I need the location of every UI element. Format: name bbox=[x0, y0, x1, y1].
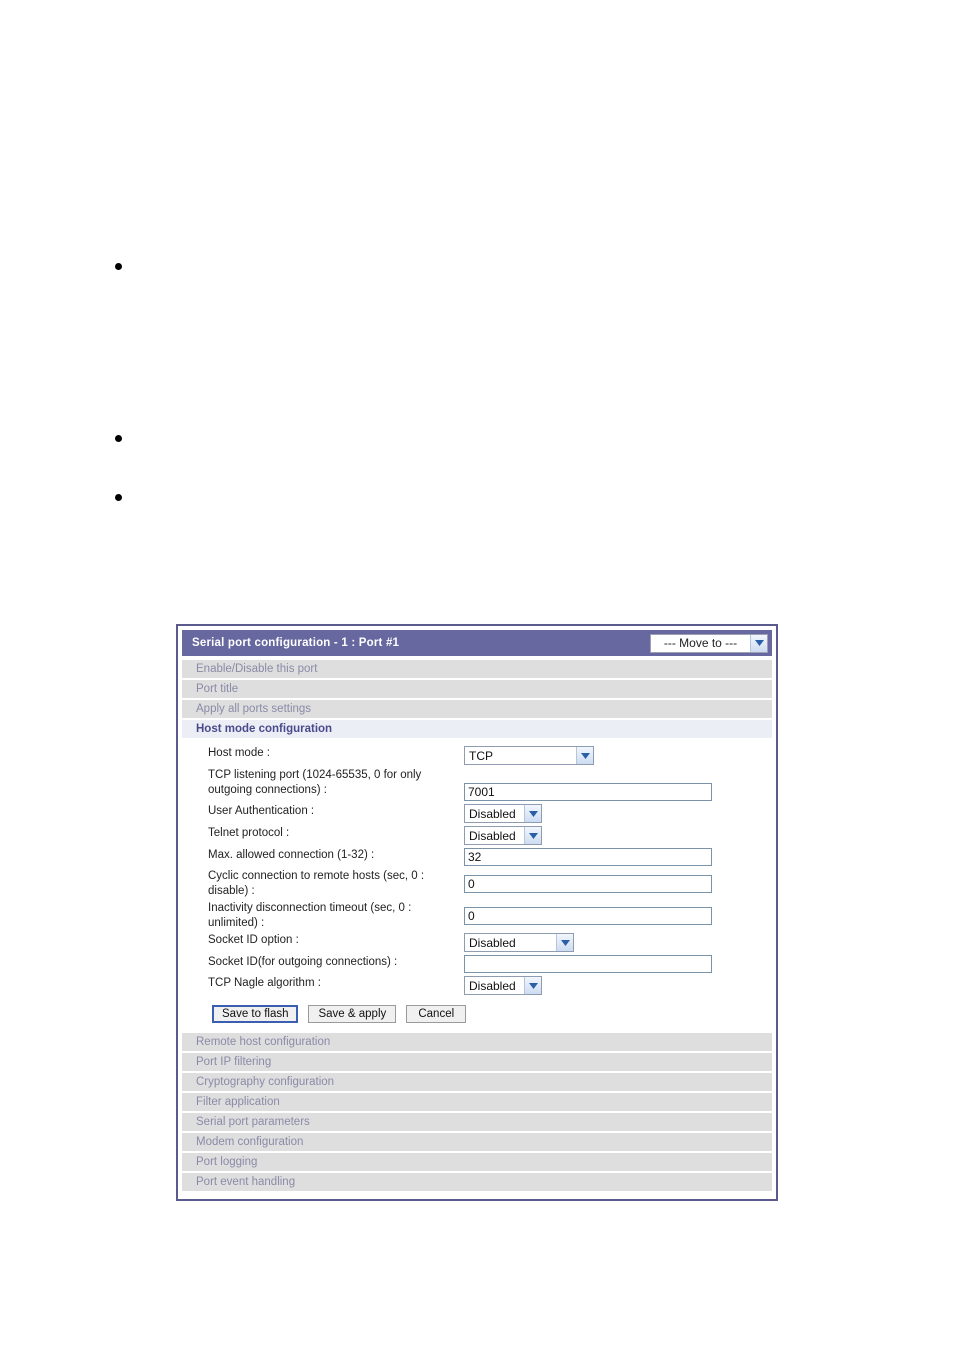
chevron-down-icon bbox=[556, 934, 573, 951]
max-allowed-connection-label: Max. allowed connection (1-32) : bbox=[208, 849, 375, 861]
cyclic-connection-label: Cyclic connection to remote hosts (sec, … bbox=[208, 870, 425, 897]
form-row-cyclic-connection: Cyclic connection to remote hosts (sec, … bbox=[182, 869, 772, 898]
inactivity-timeout-label: Inactivity disconnection timeout (sec, 0… bbox=[208, 902, 412, 929]
cancel-button[interactable]: Cancel bbox=[406, 1005, 467, 1023]
move-to-select[interactable]: --- Move to --- bbox=[650, 633, 768, 653]
tcp-listening-port-label: TCP listening port (1024-65535, 0 for on… bbox=[208, 769, 422, 796]
sidebar-item-remote-host-configuration[interactable]: Remote host configuration bbox=[182, 1033, 772, 1051]
form-row-user-authentication: User Authentication : Disabled bbox=[182, 804, 772, 823]
host-mode-configuration-form: Host mode : TCP TCP listening port (1024… bbox=[182, 740, 772, 1033]
sidebar-item-port-ip-filtering[interactable]: Port IP filtering bbox=[182, 1053, 772, 1071]
form-row-max-allowed-connection: Max. allowed connection (1-32) : bbox=[182, 848, 772, 866]
max-allowed-connection-input[interactable] bbox=[464, 848, 712, 866]
save-and-apply-button[interactable]: Save & apply bbox=[308, 1005, 397, 1023]
sidebar-item-port-logging[interactable]: Port logging bbox=[182, 1153, 772, 1171]
chevron-down-icon bbox=[750, 634, 767, 652]
page-title: Serial port configuration - 1 : Port #1 bbox=[192, 637, 400, 649]
document-bullet-list bbox=[0, 0, 954, 600]
user-authentication-value: Disabled bbox=[469, 806, 516, 821]
chevron-down-icon bbox=[576, 747, 593, 764]
socket-id-option-select[interactable]: Disabled bbox=[464, 933, 574, 952]
sections-bottom: Remote host configuration Port IP filter… bbox=[182, 1033, 772, 1191]
telnet-protocol-value: Disabled bbox=[469, 828, 516, 843]
save-to-flash-button[interactable]: Save to flash bbox=[212, 1005, 299, 1023]
user-authentication-label: User Authentication : bbox=[208, 805, 315, 817]
cyclic-connection-input[interactable] bbox=[464, 875, 712, 893]
sections-top: Enable/Disable this port Port title Appl… bbox=[182, 660, 772, 738]
user-authentication-select[interactable]: Disabled bbox=[464, 804, 542, 823]
socket-id-input[interactable] bbox=[464, 955, 712, 973]
list-item-bullet bbox=[115, 263, 122, 270]
sidebar-item-modem-configuration[interactable]: Modem configuration bbox=[182, 1133, 772, 1151]
telnet-protocol-label: Telnet protocol : bbox=[208, 827, 290, 839]
chevron-down-icon bbox=[524, 827, 541, 844]
host-mode-select[interactable]: TCP bbox=[464, 746, 594, 765]
socket-id-label: Socket ID(for outgoing connections) : bbox=[208, 956, 398, 968]
form-row-host-mode: Host mode : TCP bbox=[182, 746, 772, 765]
form-row-socket-id: Socket ID(for outgoing connections) : bbox=[182, 955, 772, 973]
sidebar-item-apply-all-ports-settings[interactable]: Apply all ports settings bbox=[182, 700, 772, 718]
sidebar-item-cryptography-configuration[interactable]: Cryptography configuration bbox=[182, 1073, 772, 1091]
host-mode-label: Host mode : bbox=[208, 747, 270, 759]
tcp-nagle-algorithm-label: TCP Nagle algorithm : bbox=[208, 977, 321, 989]
sidebar-item-filter-application[interactable]: Filter application bbox=[182, 1093, 772, 1111]
form-row-telnet-protocol: Telnet protocol : Disabled bbox=[182, 826, 772, 845]
sidebar-item-port-event-handling[interactable]: Port event handling bbox=[182, 1173, 772, 1191]
move-to-selected-value: --- Move to --- bbox=[663, 636, 738, 650]
serial-port-configuration-panel: Serial port configuration - 1 : Port #1 … bbox=[176, 624, 778, 1201]
form-row-tcp-listening-port: TCP listening port (1024-65535, 0 for on… bbox=[182, 768, 772, 801]
sidebar-item-host-mode-configuration[interactable]: Host mode configuration bbox=[182, 720, 772, 738]
form-row-inactivity-timeout: Inactivity disconnection timeout (sec, 0… bbox=[182, 901, 772, 930]
host-mode-value: TCP bbox=[469, 748, 493, 763]
list-item-bullet bbox=[115, 435, 122, 442]
socket-id-option-value: Disabled bbox=[469, 935, 516, 950]
form-actions: Save to flash Save & apply Cancel bbox=[182, 998, 772, 1029]
socket-id-option-label: Socket ID option : bbox=[208, 934, 299, 946]
sidebar-item-enable-disable-this-port[interactable]: Enable/Disable this port bbox=[182, 660, 772, 678]
panel-header: Serial port configuration - 1 : Port #1 … bbox=[182, 630, 772, 656]
inactivity-timeout-input[interactable] bbox=[464, 907, 712, 925]
form-row-tcp-nagle-algorithm: TCP Nagle algorithm : Disabled bbox=[182, 976, 772, 995]
telnet-protocol-select[interactable]: Disabled bbox=[464, 826, 542, 845]
sidebar-item-serial-port-parameters[interactable]: Serial port parameters bbox=[182, 1113, 772, 1131]
tcp-nagle-algorithm-value: Disabled bbox=[469, 978, 516, 993]
chevron-down-icon bbox=[524, 805, 541, 822]
tcp-nagle-algorithm-select[interactable]: Disabled bbox=[464, 976, 542, 995]
chevron-down-icon bbox=[524, 977, 541, 994]
list-item-bullet bbox=[115, 494, 122, 501]
form-row-socket-id-option: Socket ID option : Disabled bbox=[182, 933, 772, 952]
sidebar-item-port-title[interactable]: Port title bbox=[182, 680, 772, 698]
tcp-listening-port-input[interactable] bbox=[464, 783, 712, 801]
